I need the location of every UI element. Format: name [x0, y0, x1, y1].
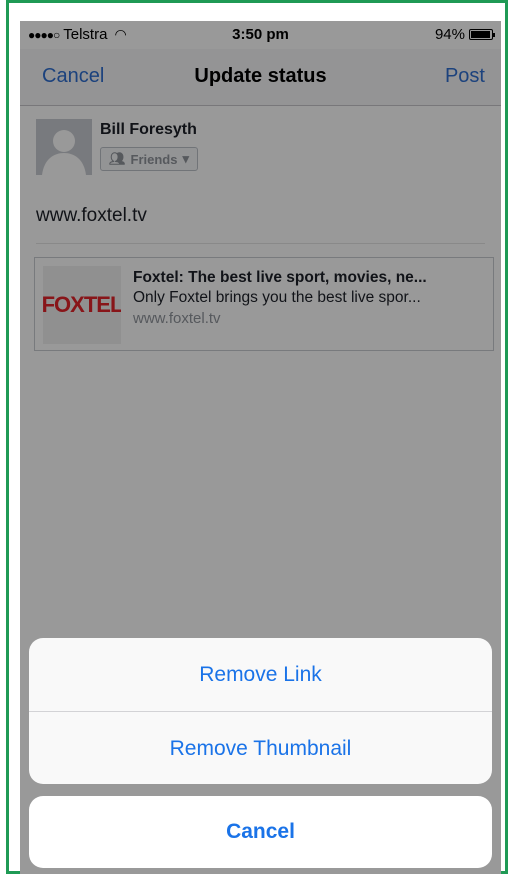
- action-sheet-options: Remove Link Remove Thumbnail: [29, 638, 492, 784]
- action-sheet-cancel-button[interactable]: Cancel: [29, 796, 492, 868]
- remove-thumbnail-button[interactable]: Remove Thumbnail: [29, 711, 492, 784]
- phone-screen: ●●●●○ Telstra ◠ 3:50 pm 94% Cancel Updat…: [20, 21, 501, 874]
- remove-link-button[interactable]: Remove Link: [29, 638, 492, 711]
- action-sheet-cancel-group: Cancel: [29, 796, 492, 868]
